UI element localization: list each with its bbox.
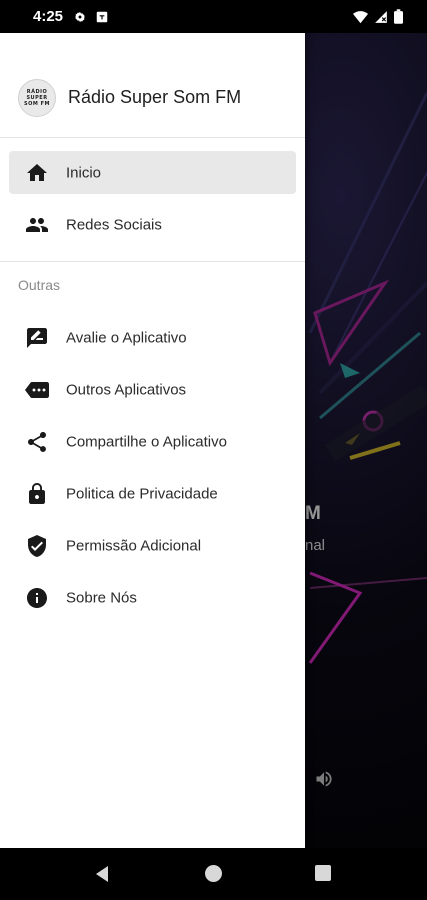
nav-item-label: Avalie o Aplicativo	[66, 329, 187, 346]
nav-item-redes-sociais[interactable]: Redes Sociais	[9, 203, 296, 246]
share-icon	[28, 431, 46, 452]
nav-item-sobre-nos[interactable]: Sobre Nós	[9, 576, 296, 619]
settings-gear-icon	[73, 10, 87, 29]
nav-item-label: Permissão Adicional	[66, 537, 202, 554]
nav-item-compartilhe[interactable]: Compartilhe o Aplicativo	[9, 420, 296, 463]
status-time: 4:25	[33, 8, 64, 25]
nav-item-politica-privacidade[interactable]: Politica de Privacidade	[9, 472, 296, 515]
nav-item-label: Redes Sociais	[66, 216, 162, 233]
nav-item-label: Inicio	[66, 164, 102, 181]
nav-item-permissao-adicional[interactable]: Permissão Adicional	[9, 524, 296, 567]
recent-apps-icon[interactable]	[315, 865, 331, 881]
info-icon	[27, 587, 47, 608]
nav-item-inicio[interactable]: Inicio	[9, 151, 296, 194]
back-icon[interactable]	[94, 865, 110, 888]
signal-icon	[375, 10, 387, 23]
lock-icon	[29, 482, 45, 504]
nav-item-label: Sobre Nós	[66, 589, 137, 606]
drawer-divider-section	[0, 261, 305, 262]
navigation-drawer: RÁDIO SUPER SOM FM Rádio Super Som FM In…	[0, 33, 305, 848]
more-apps-icon	[25, 381, 49, 398]
nav-item-label: Compartilhe o Aplicativo	[66, 433, 227, 450]
logo-line-3: SOM FM	[24, 101, 50, 107]
app-logo: RÁDIO SUPER SOM FM	[18, 79, 56, 117]
nav-item-avalie[interactable]: Avalie o Aplicativo	[9, 316, 296, 359]
people-icon	[26, 217, 48, 232]
status-bar: 4:25	[0, 0, 427, 33]
wifi-icon	[353, 10, 368, 23]
drawer-app-title: Rádio Super Som FM	[68, 87, 242, 107]
battery-icon	[394, 9, 403, 24]
nav-item-label: Politica de Privacidade	[66, 485, 218, 502]
shield-check-icon	[28, 534, 46, 557]
nav-item-label: Outros Aplicativos	[66, 381, 187, 398]
system-navigation-bar	[0, 848, 427, 900]
home-button-icon[interactable]	[205, 865, 222, 882]
home-icon	[27, 163, 47, 181]
nav-item-outros-aplicativos[interactable]: Outros Aplicativos	[9, 368, 296, 411]
drawer-divider-top	[0, 137, 305, 138]
section-title-outras: Outras	[18, 277, 61, 293]
status-right-icons	[353, 9, 403, 24]
notification-icon	[95, 10, 109, 29]
rate-review-icon	[27, 327, 47, 348]
